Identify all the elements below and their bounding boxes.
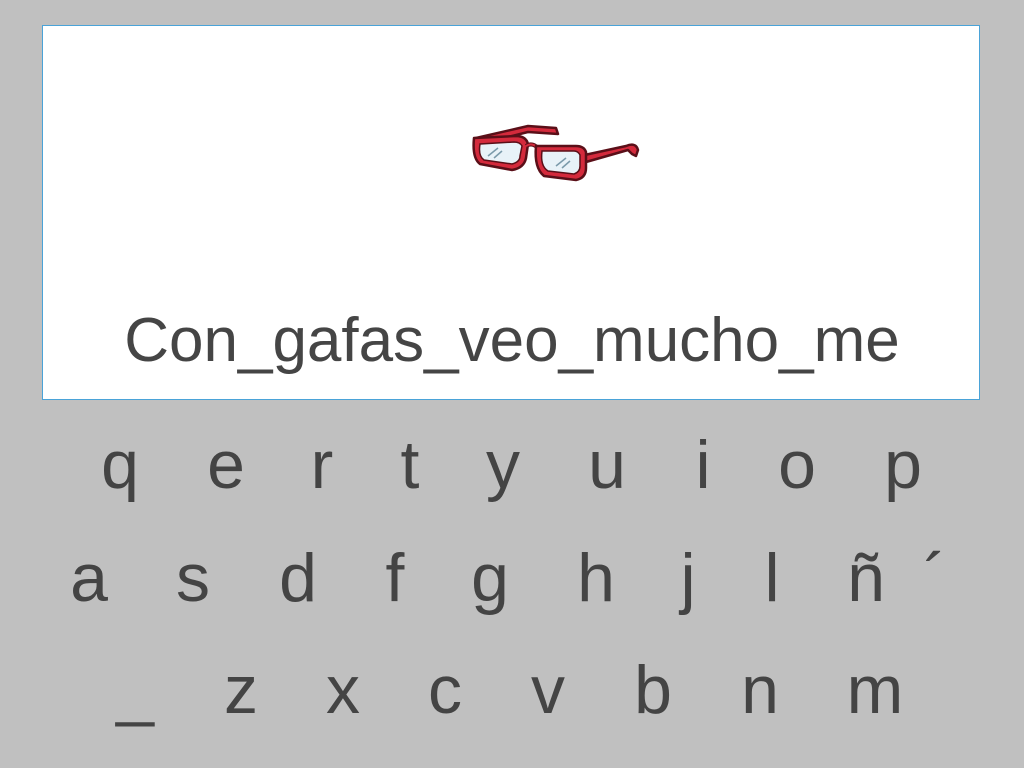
key-e[interactable]: e (186, 425, 266, 505)
key-s[interactable]: s (153, 538, 233, 618)
key-underscore[interactable]: _ (95, 650, 175, 730)
key-m[interactable]: m (835, 650, 915, 730)
key-n[interactable]: n (720, 650, 800, 730)
key-j[interactable]: j (648, 538, 728, 618)
key-u[interactable]: u (567, 425, 647, 505)
key-accent[interactable]: ´ (895, 538, 975, 618)
key-p[interactable]: p (863, 425, 943, 505)
key-y[interactable]: y (463, 425, 543, 505)
key-b[interactable]: b (613, 650, 693, 730)
key-enye[interactable]: ñ (826, 538, 906, 618)
prompt-card: Con_gafas_veo_mucho_me (42, 25, 980, 400)
key-x[interactable]: x (303, 650, 383, 730)
key-d[interactable]: d (258, 538, 338, 618)
activity-screen: Con_gafas_veo_mucho_me q e r t y u i o p… (0, 0, 1024, 768)
key-h[interactable]: h (556, 538, 636, 618)
key-l[interactable]: l (732, 538, 812, 618)
key-c[interactable]: c (405, 650, 485, 730)
key-i[interactable]: i (663, 425, 743, 505)
sentence-text[interactable]: Con_gafas_veo_mucho_me (43, 301, 981, 381)
key-t[interactable]: t (370, 425, 450, 505)
key-v[interactable]: v (508, 650, 588, 730)
key-g[interactable]: g (450, 538, 530, 618)
key-f[interactable]: f (355, 538, 435, 618)
key-q[interactable]: q (80, 425, 160, 505)
key-o[interactable]: o (757, 425, 837, 505)
key-a[interactable]: a (49, 538, 129, 618)
key-r[interactable]: r (282, 425, 362, 505)
glasses-icon (472, 124, 640, 182)
key-z[interactable]: z (201, 650, 281, 730)
